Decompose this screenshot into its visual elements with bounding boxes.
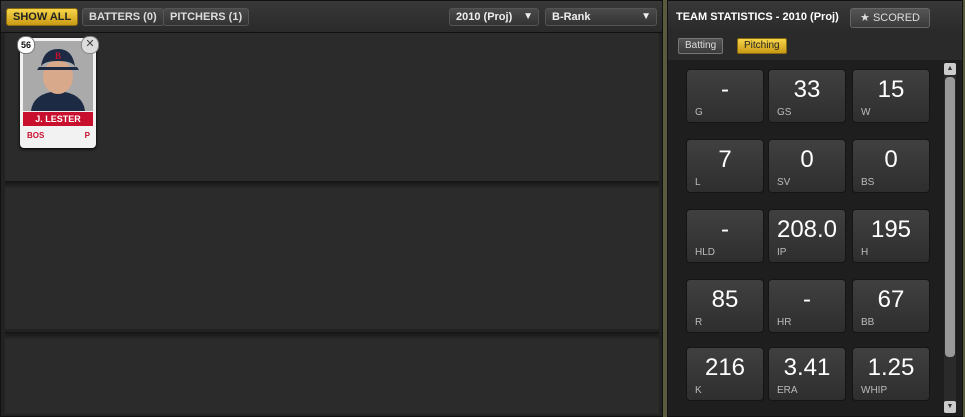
row-divider: [5, 181, 659, 189]
stat-label: BB: [861, 317, 875, 328]
stat-label: L: [695, 177, 701, 188]
stat-label: HR: [777, 317, 792, 328]
stats-scrollbar[interactable]: ▲ ▼: [944, 63, 956, 413]
pitchers-filter-button[interactable]: PITCHERS (1): [163, 8, 250, 26]
tab-batting[interactable]: Batting: [678, 38, 724, 54]
scored-label: SCORED: [872, 12, 920, 24]
stat-value: 7: [718, 146, 732, 173]
stat-label: SV: [777, 177, 791, 188]
stat-tile: 33 GS: [768, 69, 846, 123]
stat-tile: 216 K: [686, 347, 764, 401]
scored-button[interactable]: ★ SCORED: [850, 8, 930, 28]
stat-tile: 0 SV: [768, 139, 846, 193]
roster-panel: SHOW ALL BATTERS (0) PITCHERS (1) 2010 (…: [0, 0, 663, 417]
stat-tile: 15 W: [852, 69, 930, 123]
scroll-up-arrow-icon[interactable]: ▲: [944, 63, 956, 75]
stat-label: BS: [861, 177, 875, 188]
player-rank-badge: 56: [17, 36, 35, 54]
tab-pitching[interactable]: Pitching: [737, 38, 787, 54]
scroll-down-arrow-icon[interactable]: ▼: [944, 401, 956, 413]
team-stats-panel: TEAM STATISTICS - 2010 (Proj) ★ SCORED B…: [667, 0, 963, 417]
stat-tile: 208.0 IP: [768, 209, 846, 263]
team-stats-header: TEAM STATISTICS - 2010 (Proj) ★ SCORED: [668, 1, 962, 32]
stat-label: G: [695, 107, 703, 118]
stat-value: -: [721, 76, 729, 103]
show-all-button[interactable]: SHOW ALL: [6, 8, 79, 26]
stat-tile: - HR: [768, 279, 846, 333]
roster-row: [5, 189, 659, 329]
stat-value: -: [721, 216, 729, 243]
stat-value: 0: [800, 146, 814, 173]
stat-value: 208.0: [776, 216, 838, 243]
svg-text:B: B: [55, 51, 61, 61]
stat-label: ERA: [777, 385, 798, 396]
season-select[interactable]: 2010 (Proj) ▼: [449, 8, 539, 26]
stats-grid: -G 33 GS 15 W 7L 0 SV 0 BS - HLD 208.0 IP 195 H…: [676, 63, 946, 415]
stat-value: 1.25: [867, 354, 915, 381]
player-card[interactable]: B 56 ✕ J. LESTER BOS P: [17, 36, 99, 148]
stat-label: K: [695, 385, 702, 396]
stat-tile: - HLD: [686, 209, 764, 263]
stat-value: 15: [877, 76, 905, 103]
stat-tile: 1.25 WHIP: [852, 347, 930, 401]
stat-value: 3.41: [783, 354, 831, 381]
stat-tile: 3.41 ERA: [768, 347, 846, 401]
stat-tile: 7L: [686, 139, 764, 193]
stat-tile: 67 BB: [852, 279, 930, 333]
stat-label: GS: [777, 107, 792, 118]
star-icon: ★: [860, 12, 870, 24]
stat-label: W: [861, 107, 871, 118]
scroll-thumb[interactable]: [945, 77, 955, 357]
team-stats-title: TEAM STATISTICS - 2010 (Proj): [676, 11, 839, 23]
roster-row: [5, 33, 659, 181]
stat-label: WHIP: [861, 385, 888, 396]
rank-select[interactable]: B-Rank ▼: [545, 8, 657, 26]
player-position: P: [84, 131, 90, 140]
remove-player-close-icon[interactable]: ✕: [81, 36, 99, 54]
stat-value: 195: [870, 216, 912, 243]
stat-tile: 0 BS: [852, 139, 930, 193]
stat-label: IP: [777, 247, 787, 258]
player-name: J. LESTER: [23, 112, 93, 126]
stat-label: HLD: [695, 247, 716, 258]
stat-label: H: [861, 247, 869, 258]
stat-value: 0: [884, 146, 898, 173]
player-team: BOS: [27, 131, 45, 140]
stat-value: 33: [793, 76, 821, 103]
stat-tile: -G: [686, 69, 764, 123]
stats-tabs: Batting Pitching: [668, 32, 962, 60]
stat-value: 67: [877, 286, 905, 313]
stat-value: -: [803, 286, 811, 313]
season-select-value: 2010 (Proj): [456, 11, 513, 23]
filter-bar: SHOW ALL BATTERS (0) PITCHERS (1) 2010 (…: [1, 1, 662, 33]
chevron-down-icon: ▼: [523, 11, 533, 22]
stat-tile: 195 H: [852, 209, 930, 263]
stat-label: R: [695, 317, 703, 328]
stat-value: 216: [704, 354, 746, 381]
rank-select-value: B-Rank: [552, 11, 591, 23]
chevron-down-icon: ▼: [641, 11, 651, 22]
row-divider: [5, 332, 659, 340]
batters-filter-button[interactable]: BATTERS (0): [82, 8, 164, 26]
stat-tile: 85 R: [686, 279, 764, 333]
roster-row: [5, 340, 659, 414]
stat-value: 85: [711, 286, 739, 313]
